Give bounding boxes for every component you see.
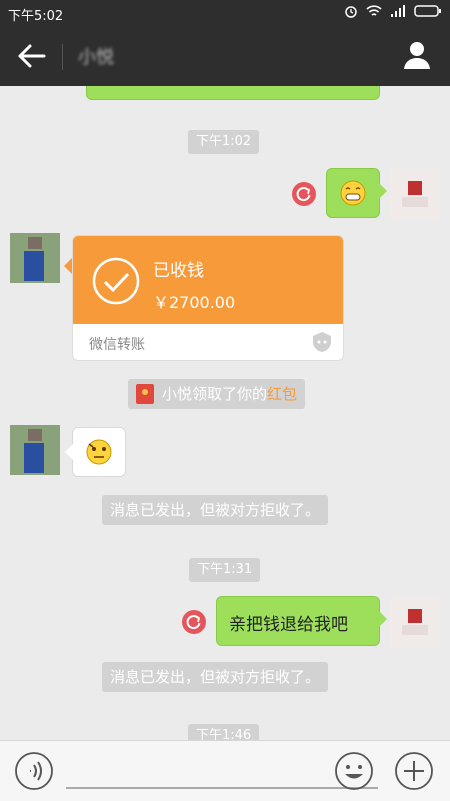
contact-avatar[interactable]	[10, 233, 60, 283]
grin-emoji-icon	[340, 180, 366, 206]
message-input-bar	[0, 740, 450, 801]
header-divider	[62, 44, 63, 70]
red-packet-icon	[136, 384, 154, 404]
transfer-card-body: 已收钱 ￥2700.00	[73, 236, 343, 324]
my-avatar[interactable]	[390, 169, 440, 219]
emoji-picker-icon[interactable]	[334, 751, 374, 791]
transfer-status: 已收钱	[153, 261, 204, 281]
rejected-notice: 消息已发出，但被对方拒收了。	[102, 495, 329, 525]
awkward-emoji-icon	[86, 439, 112, 465]
partial-message-bubble[interactable]	[86, 86, 380, 100]
status-icons	[344, 4, 442, 18]
contact-name: 小悦	[78, 47, 114, 68]
transfer-card[interactable]: 已收钱 ￥2700.00 微信转账	[72, 235, 344, 361]
contact-avatar[interactable]	[10, 425, 60, 475]
chat-message-list[interactable]: 下午1:02 已收钱 ￥2700.00 微信转账 小悦领取了你的红包 消息已发出…	[0, 86, 450, 740]
red-packet-link[interactable]: 红包	[267, 385, 297, 403]
alarm-icon	[345, 6, 357, 18]
voice-input-icon[interactable]	[14, 751, 54, 791]
status-bar: 下午5:02	[0, 0, 450, 26]
wechat-pay-shield-icon	[313, 332, 331, 352]
received-emoji-bubble[interactable]	[65, 427, 126, 477]
status-time: 下午5:02	[8, 9, 64, 24]
timestamp: 下午1:31	[189, 558, 261, 582]
red-packet-notice: 小悦领取了你的红包	[128, 379, 306, 409]
sent-emoji-bubble[interactable]	[326, 168, 387, 218]
resend-icon[interactable]	[292, 182, 316, 206]
resend-icon[interactable]	[182, 610, 206, 634]
check-circle-icon	[92, 257, 140, 305]
transfer-pointer	[64, 258, 72, 274]
transfer-amount: ￥2700.00	[153, 293, 236, 312]
chat-header: 小悦	[0, 26, 450, 86]
plus-icon[interactable]	[394, 751, 434, 791]
timestamp: 下午1:02	[188, 130, 260, 154]
wifi-icon	[366, 5, 382, 16]
text-input-field[interactable]	[66, 787, 378, 789]
red-packet-notice-text: 小悦领取了你的	[162, 385, 268, 403]
rejected-notice: 消息已发出，但被对方拒收了。	[102, 662, 329, 692]
transfer-footer-label: 微信转账	[89, 337, 145, 353]
battery-icon	[414, 5, 441, 17]
signal-icon	[391, 5, 405, 17]
back-arrow-icon[interactable]	[16, 42, 46, 70]
timestamp: 下午1:46	[188, 724, 260, 740]
my-avatar[interactable]	[390, 597, 440, 647]
sent-text: 亲把钱退给我吧	[229, 615, 348, 635]
user-profile-icon[interactable]	[402, 40, 432, 70]
sent-text-bubble[interactable]: 亲把钱退给我吧	[216, 596, 387, 646]
